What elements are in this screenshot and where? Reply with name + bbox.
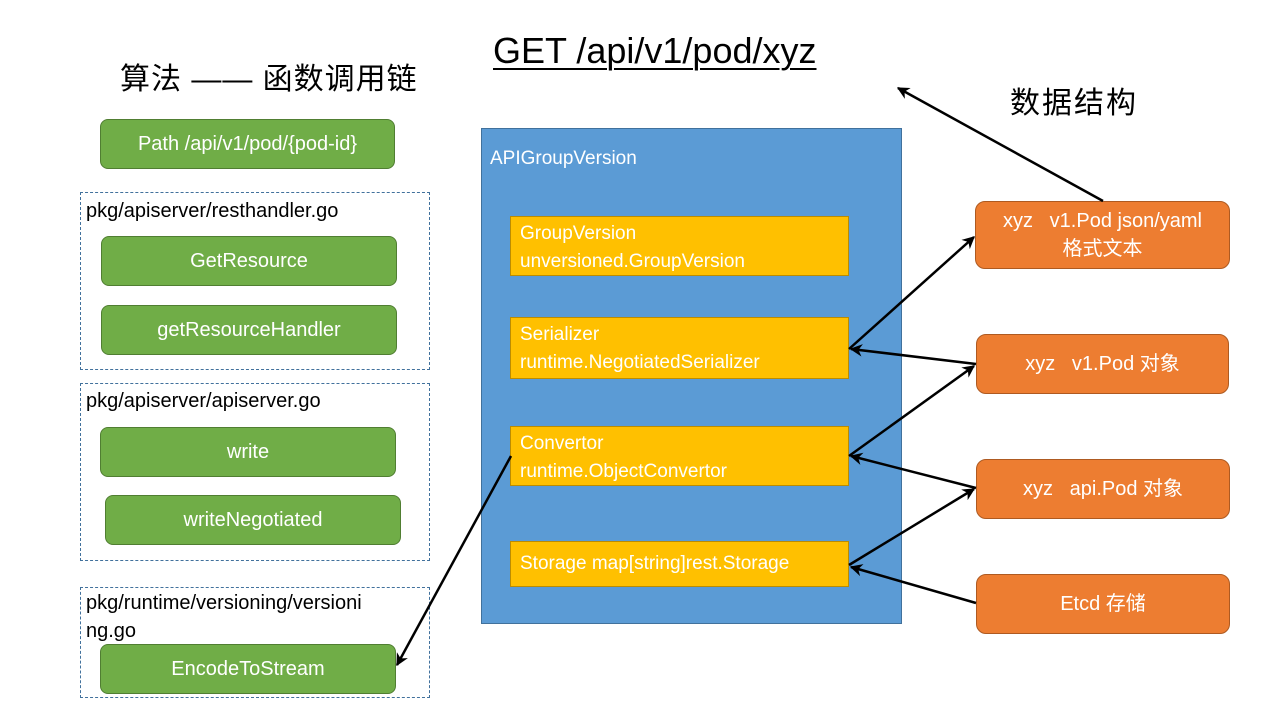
- function-node-getresourcehandler: getResourceHandler: [101, 305, 397, 355]
- versioning-file-label-line1: pkg/runtime/versioning/versioni: [86, 592, 362, 614]
- function-node-encodetostream: EncodeToStream: [100, 644, 396, 694]
- field-convertor-name: Convertor: [520, 433, 604, 454]
- resthandler-file-label: pkg/apiserver/resthandler.go: [86, 200, 339, 222]
- path-node: Path /api/v1/pod/{pod-id}: [100, 119, 395, 169]
- field-groupversion-name: GroupVersion: [520, 223, 637, 244]
- field-serializer-type: runtime.NegotiatedSerializer: [520, 352, 760, 373]
- function-node-writenegotiated: writeNegotiated: [105, 495, 401, 545]
- field-groupversion-type: unversioned.GroupVersion: [520, 251, 745, 272]
- field-convertor-type: runtime.ObjectConvertor: [520, 461, 727, 482]
- data-node-json-yaml-line2: 格式文本: [1062, 238, 1143, 260]
- function-node-getresource: GetResource: [101, 236, 397, 286]
- data-node-api-pod-label: xyz api.Pod 对象: [1022, 478, 1184, 500]
- algorithm-heading: 算法 —— 函数调用链: [120, 63, 418, 96]
- field-serializer: Serializer runtime.NegotiatedSerializer: [510, 317, 849, 379]
- data-structure-heading: 数据结构: [1010, 87, 1138, 120]
- field-storage: Storage map[string]rest.Storage: [510, 541, 849, 587]
- request-title: GET /api/v1/pod/xyz: [493, 30, 817, 71]
- field-groupversion: GroupVersion unversioned.GroupVersion: [510, 216, 849, 276]
- apigroupversion-label: APIGroupVersion: [490, 148, 637, 169]
- data-node-v1-pod-label: xyz v1.Pod 对象: [1025, 353, 1180, 375]
- data-node-json-yaml-line1: xyz v1.Pod json/yaml: [1003, 210, 1202, 232]
- function-node-write: write: [100, 427, 396, 477]
- versioning-file-label-line2: ng.go: [86, 620, 137, 642]
- field-serializer-name: Serializer: [520, 324, 600, 345]
- data-node-api-pod: xyz api.Pod 对象: [976, 459, 1230, 519]
- field-convertor: Convertor runtime.ObjectConvertor: [510, 426, 849, 486]
- data-node-etcd-label: Etcd 存储: [1060, 593, 1146, 615]
- field-storage-name: Storage map[string]rest.Storage: [520, 553, 790, 574]
- data-node-v1-pod: xyz v1.Pod 对象: [976, 334, 1229, 394]
- data-node-json-yaml: xyz v1.Pod json/yaml 格式文本: [975, 201, 1230, 269]
- apiserver-file-label: pkg/apiserver/apiserver.go: [86, 390, 321, 412]
- data-node-etcd: Etcd 存储: [976, 574, 1230, 634]
